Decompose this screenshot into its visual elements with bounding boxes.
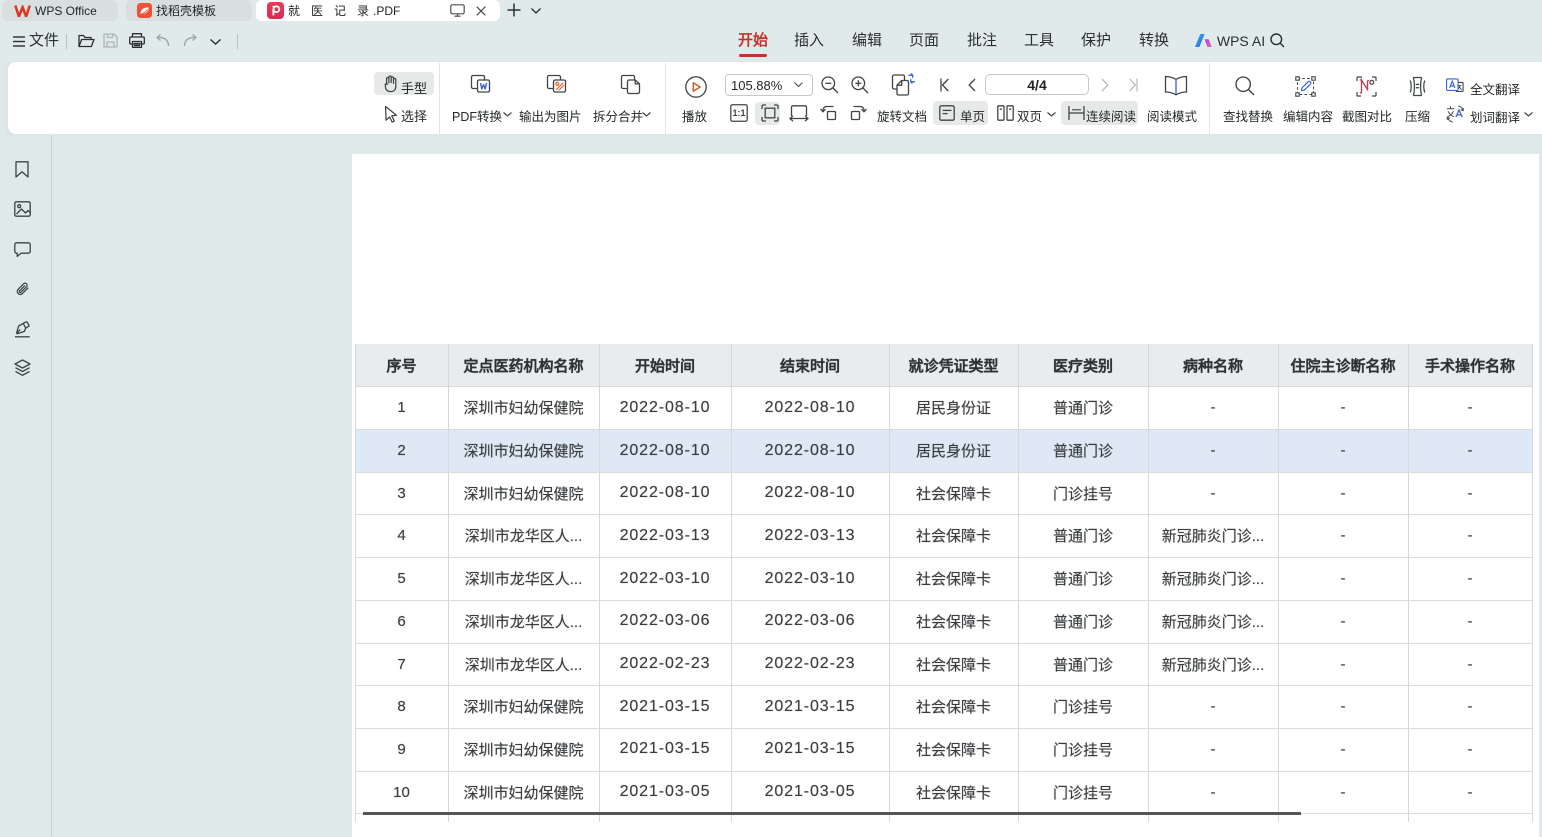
svg-text:1:1: 1:1 (732, 108, 745, 118)
